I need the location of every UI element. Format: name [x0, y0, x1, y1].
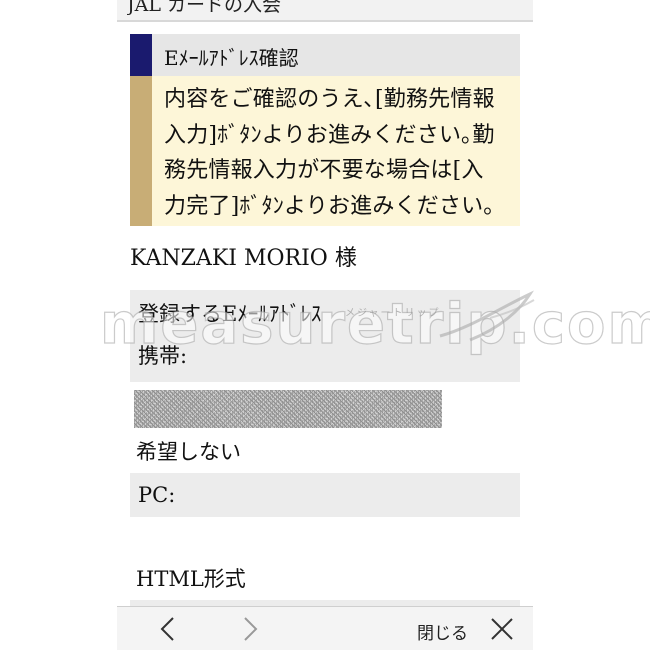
chevron-right-icon — [244, 617, 258, 641]
close-icon — [491, 618, 513, 640]
back-button[interactable] — [153, 607, 183, 650]
close-label[interactable]: 閉じる — [417, 619, 468, 644]
mobile-preference-value: 希望しない — [136, 440, 241, 464]
notice-box: 内容をご確認のうえ､[勤務先情報 入力]ﾎﾞﾀﾝよりお進みください｡勤 務先情報… — [130, 76, 520, 226]
page-title: JAL カードの入会 — [127, 0, 281, 16]
section-heading: Eﾒｰﾙｱﾄﾞﾚｽ確認 — [130, 34, 520, 76]
right-margin — [533, 0, 650, 650]
notice-text: 内容をご確認のうえ､[勤務先情報 入力]ﾎﾞﾀﾝよりお進みください｡勤 務先情報… — [164, 82, 516, 224]
pc-email-block: PC: — [130, 473, 520, 517]
notice-line: 力完了]ﾎﾞﾀﾝよりお進みください｡ — [164, 193, 495, 219]
close-button[interactable] — [487, 607, 517, 650]
browser-toolbar: 閉じる — [117, 606, 533, 650]
section-accent-bar — [130, 34, 152, 76]
forward-button[interactable] — [235, 607, 265, 650]
html-format-value: HTML形式 — [136, 567, 246, 591]
notice-line: 内容をご確認のうえ､[勤務先情報 — [164, 87, 495, 112]
chevron-left-icon — [160, 617, 174, 641]
notice-line: 入力]ﾎﾞﾀﾝよりお進みください｡勤 — [164, 122, 495, 148]
main-content: JAL カードの入会 Eﾒｰﾙｱﾄﾞﾚｽ確認 内容をご確認のうえ､[勤務先情報 … — [117, 0, 533, 650]
section-title: Eﾒｰﾙｱﾄﾞﾚｽ確認 — [164, 46, 299, 70]
notice-accent-bar — [130, 76, 152, 226]
page-header: JAL カードの入会 — [117, 0, 533, 22]
pc-label: PC: — [138, 483, 176, 507]
customer-name: KANZAKI MORIO 様 — [130, 246, 357, 271]
page: JAL カードの入会 Eﾒｰﾙｱﾄﾞﾚｽ確認 内容をご確認のうえ､[勤務先情報 … — [0, 0, 650, 650]
left-margin — [0, 0, 117, 650]
registered-email-label: 登録するEﾒｰﾙｱﾄﾞﾚｽ — [138, 302, 322, 326]
notice-line: 務先情報入力が不要な場合は[入 — [164, 158, 484, 183]
registered-email-block: 登録するEﾒｰﾙｱﾄﾞﾚｽ 携帯: — [130, 290, 520, 382]
mobile-label: 携帯: — [138, 344, 188, 368]
redacted-mobile-address — [134, 390, 442, 428]
